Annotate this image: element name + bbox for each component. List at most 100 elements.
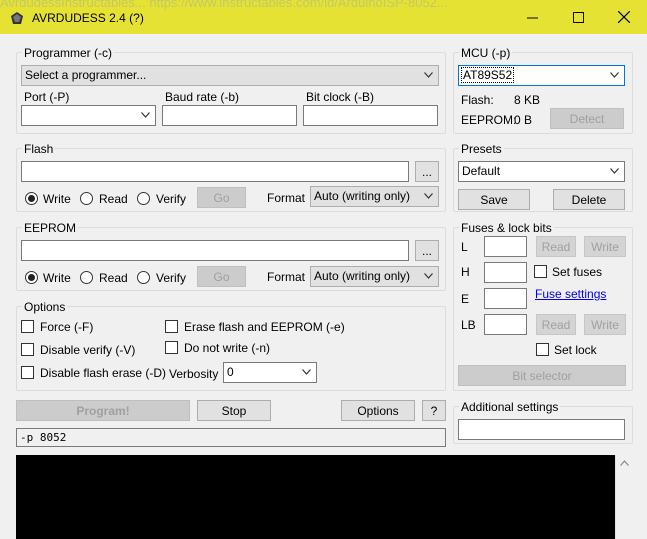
options-group-label: Options: [22, 300, 68, 314]
flash-format-value: Auto (writing only): [314, 189, 411, 203]
detect-button[interactable]: Detect: [550, 108, 624, 129]
flash-browse-button[interactable]: ...: [415, 161, 439, 182]
programmer-group-label: Programmer (-c): [22, 46, 115, 60]
flash-go-button[interactable]: Go: [197, 187, 246, 208]
flash-read-radio[interactable]: [80, 192, 93, 205]
options-button[interactable]: Options: [341, 400, 415, 421]
verbosity-label: Verbosity: [169, 367, 219, 381]
flash-read-label: Read: [99, 192, 128, 206]
mcu-select-value: AT89S52: [460, 67, 515, 83]
programmer-select-value: Select a programmer...: [25, 68, 147, 82]
eeprom-write-radio[interactable]: [25, 271, 38, 284]
flash-verify-label: Verify: [156, 192, 187, 206]
stop-button[interactable]: Stop: [197, 400, 271, 421]
eeprom-group-label: EEPROM: [22, 221, 79, 235]
eeprom-go-button[interactable]: Go: [197, 266, 246, 287]
flash-verify-radio[interactable]: [137, 192, 150, 205]
maximize-icon: [572, 11, 584, 23]
mcu-select[interactable]: AT89S52: [458, 65, 625, 86]
eeprom-verify-radio[interactable]: [137, 271, 150, 284]
fuse-l-input[interactable]: [484, 236, 527, 257]
chevron-down-icon: [610, 168, 619, 174]
bit-selector-button[interactable]: Bit selector: [458, 365, 626, 386]
mcu-eeprom-label: EEPROM:: [461, 113, 517, 127]
maximize-button[interactable]: [555, 0, 601, 34]
save-preset-button[interactable]: Save: [458, 189, 530, 210]
flash-group-label: Flash: [22, 142, 56, 156]
flash-file-input[interactable]: [21, 161, 409, 182]
fuse-e-input[interactable]: [484, 288, 527, 309]
console-output: [16, 455, 615, 539]
programmer-select[interactable]: Select a programmer...: [21, 65, 439, 86]
set-fuses-label: Set fuses: [552, 265, 603, 279]
fuse-l-write-button[interactable]: Write: [584, 236, 626, 257]
window-title: AVRDUDESS 2.4 (?): [32, 11, 144, 25]
mcu-flash-label: Flash:: [461, 93, 494, 107]
eeprom-read-radio[interactable]: [80, 271, 93, 284]
set-fuses-checkbox[interactable]: [534, 265, 547, 278]
lock-bits-read-button[interactable]: Read: [536, 314, 576, 335]
disable-verify-label: Disable verify (-V): [40, 343, 136, 357]
disable-verify-checkbox[interactable]: [21, 343, 34, 356]
mcu-flash-value: 8 KB: [514, 93, 541, 107]
fuse-l-label: L: [461, 240, 468, 254]
no-write-label: Do not write (-n): [184, 341, 271, 355]
fuses-group-label: Fuses & lock bits: [459, 221, 554, 235]
force-checkbox[interactable]: [21, 320, 34, 333]
presets-group-label: Presets: [459, 142, 504, 156]
eeprom-file-input[interactable]: [21, 240, 409, 261]
console-scrollbar[interactable]: [615, 455, 632, 539]
erase-checkbox[interactable]: [165, 320, 178, 333]
verbosity-select[interactable]: 0: [223, 362, 317, 383]
mcu-eeprom-value: 0 B: [514, 113, 533, 127]
mcu-group-label: MCU (-p): [459, 46, 513, 60]
port-label: Port (-P): [24, 90, 70, 104]
flash-format-label: Format: [267, 191, 306, 205]
eeprom-format-value: Auto (writing only): [314, 269, 411, 283]
minimize-button[interactable]: [509, 0, 555, 34]
chevron-down-icon: [302, 369, 311, 375]
eeprom-browse-button[interactable]: ...: [415, 240, 439, 261]
fuse-h-input[interactable]: [484, 262, 527, 283]
presets-select[interactable]: Default: [458, 161, 625, 182]
additional-settings-label: Additional settings: [459, 400, 561, 414]
title-bar[interactable]: AvrdudessInstructables... https://www.in…: [0, 0, 647, 34]
verbosity-value: 0: [227, 365, 234, 379]
additional-settings-input[interactable]: [458, 419, 625, 440]
app-icon: [11, 12, 23, 24]
eeprom-format-select[interactable]: Auto (writing only): [310, 266, 439, 287]
chevron-down-icon: [424, 72, 433, 78]
erase-label: Erase flash and EEPROM (-e): [184, 320, 345, 334]
chevron-up-icon[interactable]: [620, 460, 629, 466]
fuse-l-read-button[interactable]: Read: [536, 236, 576, 257]
baud-rate-input[interactable]: [162, 105, 297, 126]
close-icon: [618, 11, 630, 23]
close-button[interactable]: [601, 0, 647, 34]
eeprom-format-label: Format: [267, 270, 306, 284]
eeprom-write-label: Write: [43, 271, 71, 285]
flash-write-radio[interactable]: [25, 192, 38, 205]
no-write-checkbox[interactable]: [165, 341, 178, 354]
fuse-settings-link[interactable]: Fuse settings: [535, 287, 606, 301]
fuse-h-label: H: [461, 265, 470, 279]
bit-clock-input[interactable]: [303, 105, 438, 126]
port-select[interactable]: [21, 105, 156, 126]
flash-write-label: Write: [43, 192, 71, 206]
flash-format-select[interactable]: Auto (writing only): [310, 186, 439, 207]
chevron-down-icon: [141, 112, 150, 118]
program-button[interactable]: Program!: [16, 400, 190, 421]
lock-bits-write-button[interactable]: Write: [584, 314, 626, 335]
set-lock-label: Set lock: [554, 343, 597, 357]
lock-bits-input[interactable]: [484, 314, 527, 335]
chevron-down-icon: [610, 72, 619, 78]
set-lock-checkbox[interactable]: [536, 343, 549, 356]
minimize-icon: [526, 17, 538, 18]
delete-preset-button[interactable]: Delete: [553, 189, 625, 210]
chevron-down-icon: [424, 273, 433, 279]
eeprom-verify-label: Verify: [156, 271, 187, 285]
disable-erase-checkbox[interactable]: [21, 366, 34, 379]
eeprom-read-label: Read: [99, 271, 128, 285]
force-label: Force (-F): [40, 320, 94, 334]
help-button[interactable]: ?: [422, 400, 446, 421]
lock-bits-label: LB: [461, 318, 476, 332]
